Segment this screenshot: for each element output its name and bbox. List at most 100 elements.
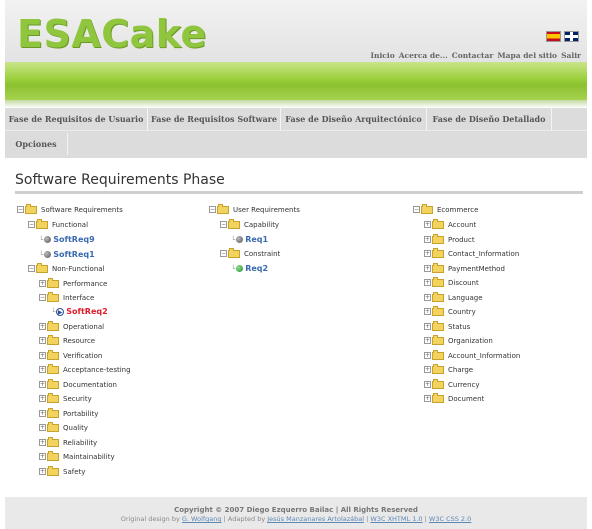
collapse-icon[interactable]: − xyxy=(220,221,227,228)
folder-open-icon xyxy=(25,203,37,214)
expand-icon[interactable]: + xyxy=(424,308,431,315)
tree-node-operational[interactable]: + Operational xyxy=(39,320,104,332)
tree-node-payment-method[interactable]: + PaymentMethod xyxy=(424,262,505,274)
collapse-icon[interactable]: − xyxy=(28,221,35,228)
expand-icon[interactable]: + xyxy=(424,381,431,388)
tree-node-constraint[interactable]: − Constraint xyxy=(220,247,280,259)
expand-icon[interactable]: + xyxy=(39,352,46,359)
folder-open-icon xyxy=(36,218,48,229)
collapse-icon[interactable]: − xyxy=(413,206,420,213)
tree-leaf-req2[interactable]: └ Req2 xyxy=(231,263,268,274)
uk-flag-icon[interactable] xyxy=(564,31,579,42)
es-flag-icon[interactable] xyxy=(546,31,561,42)
tree-node-currency[interactable]: + Currency xyxy=(424,378,480,390)
expand-icon[interactable]: + xyxy=(39,439,46,446)
tree-node-charge[interactable]: + Charge xyxy=(424,363,473,375)
tree-node-account-information[interactable]: + Account_Information xyxy=(424,349,520,361)
link-w3c-css[interactable]: W3C CSS 2.0 xyxy=(429,515,471,523)
collapse-icon[interactable]: − xyxy=(209,206,216,213)
folder-open-icon xyxy=(47,291,59,302)
tree-node-quality[interactable]: + Quality xyxy=(39,421,88,433)
tree-node-acceptance-testing[interactable]: + Acceptance-testing xyxy=(39,363,131,375)
tree-node-security[interactable]: + Security xyxy=(39,392,92,404)
link-salir[interactable]: Salir xyxy=(561,51,581,60)
tree-node-discount[interactable]: + Discount xyxy=(424,276,479,288)
expand-icon[interactable]: + xyxy=(39,468,46,475)
tree-node-resource[interactable]: + Resource xyxy=(39,334,95,346)
expand-icon[interactable]: + xyxy=(39,337,46,344)
tree-node-verification[interactable]: + Verification xyxy=(39,349,102,361)
tree-leaf-softreq1[interactable]: └ SoftReq1 xyxy=(39,249,95,260)
tree-node-reliability[interactable]: + Reliability xyxy=(39,436,97,448)
expand-icon[interactable]: + xyxy=(39,366,46,373)
expand-icon[interactable]: + xyxy=(424,221,431,228)
folder-open-icon xyxy=(228,247,240,258)
phase-menu: Fase de Requisitos de Usuario Fase de Re… xyxy=(5,108,587,158)
tree-leaf-softreq9[interactable]: └ SoftReq9 xyxy=(39,234,95,245)
expand-icon[interactable]: + xyxy=(424,279,431,286)
tree-node-maintainability[interactable]: + Maintainability xyxy=(39,450,115,462)
link-inicio[interactable]: Inicio xyxy=(370,51,394,60)
collapse-icon[interactable]: − xyxy=(28,265,35,272)
link-contactar[interactable]: Contactar xyxy=(452,51,494,60)
tree-node-ecommerce[interactable]: − Ecommerce xyxy=(413,203,478,215)
expand-icon[interactable]: + xyxy=(424,323,431,330)
folder-icon xyxy=(47,378,59,389)
tree-node-portability[interactable]: + Portability xyxy=(39,407,98,419)
tree-node-safety[interactable]: + Safety xyxy=(39,465,85,477)
tree-node-document[interactable]: + Document xyxy=(424,392,484,404)
expand-icon[interactable]: + xyxy=(424,250,431,257)
tree-node-software-requirements[interactable]: − Software Requirements xyxy=(17,203,123,215)
expand-icon[interactable]: + xyxy=(39,395,46,402)
tree-leaf-softreq2[interactable]: └ ▶ SoftReq2 xyxy=(51,306,108,317)
link-acerca[interactable]: Acerca de... xyxy=(399,51,448,60)
logo[interactable]: ESACake xyxy=(17,12,207,56)
expand-icon[interactable]: + xyxy=(424,265,431,272)
link-designer[interactable]: G. Wolfgang xyxy=(182,515,222,523)
expand-icon[interactable]: + xyxy=(424,236,431,243)
menu-user-requirements[interactable]: Fase de Requisitos de Usuario xyxy=(5,108,148,130)
folder-icon xyxy=(47,436,59,447)
tree-node-non-functional[interactable]: − Non-Functional xyxy=(28,262,105,274)
expand-icon[interactable]: + xyxy=(424,366,431,373)
tree-node-functional[interactable]: − Functional xyxy=(28,218,88,230)
expand-icon[interactable]: + xyxy=(39,410,46,417)
collapse-icon[interactable]: − xyxy=(17,206,24,213)
folder-icon xyxy=(47,392,59,403)
tree-node-country[interactable]: + Country xyxy=(424,305,476,317)
menu-software-requirements[interactable]: Fase de Requisitos Software xyxy=(148,108,281,130)
expand-icon[interactable]: + xyxy=(39,424,46,431)
tree-node-interface[interactable]: − Interface xyxy=(39,291,94,303)
menu-row-phases: Fase de Requisitos de Usuario Fase de Re… xyxy=(5,108,587,131)
tree-node-performance[interactable]: + Performance xyxy=(39,277,107,289)
expand-icon[interactable]: + xyxy=(424,395,431,402)
tree-node-contact-information[interactable]: + Contact_Information xyxy=(424,247,519,259)
tree-node-language[interactable]: + Language xyxy=(424,291,483,303)
menu-detailed-design[interactable]: Fase de Diseño Detallado xyxy=(427,108,552,130)
folder-icon xyxy=(432,392,444,403)
expand-icon[interactable]: + xyxy=(39,323,46,330)
tree-node-organization[interactable]: + Organization xyxy=(424,334,493,346)
menu-options[interactable]: Opciones xyxy=(5,133,68,155)
expand-icon[interactable]: + xyxy=(424,352,431,359)
expand-icon[interactable]: + xyxy=(39,453,46,460)
link-mapa[interactable]: Mapa del sitio xyxy=(497,51,557,60)
collapse-icon[interactable]: − xyxy=(220,250,227,257)
requirement-grey-icon xyxy=(236,236,244,243)
tree-node-documentation[interactable]: + Documentation xyxy=(39,378,117,390)
tree-leaf-req1[interactable]: └ Req1 xyxy=(231,234,268,245)
tree-node-product[interactable]: + Product xyxy=(424,233,475,245)
link-w3c-xhtml[interactable]: W3C XHTML 1.0 xyxy=(370,515,422,523)
expand-icon[interactable]: + xyxy=(39,381,46,388)
tree-node-capability[interactable]: − Capability xyxy=(220,218,279,230)
tree-node-user-requirements[interactable]: − User Requirements xyxy=(209,203,300,215)
expand-icon[interactable]: + xyxy=(424,337,431,344)
copyright: Copyright © 2007 Diego Ezquerro Bailac |… xyxy=(174,506,418,514)
collapse-icon[interactable]: − xyxy=(39,294,46,301)
expand-icon[interactable]: + xyxy=(424,294,431,301)
menu-architectural-design[interactable]: Fase de Diseño Arquitectónico xyxy=(281,108,427,130)
link-adapter[interactable]: Jesús Manzanares Artolazábal xyxy=(267,515,364,523)
expand-icon[interactable]: + xyxy=(39,280,46,287)
tree-node-account[interactable]: + Account xyxy=(424,218,476,230)
tree-node-status[interactable]: + Status xyxy=(424,320,470,332)
